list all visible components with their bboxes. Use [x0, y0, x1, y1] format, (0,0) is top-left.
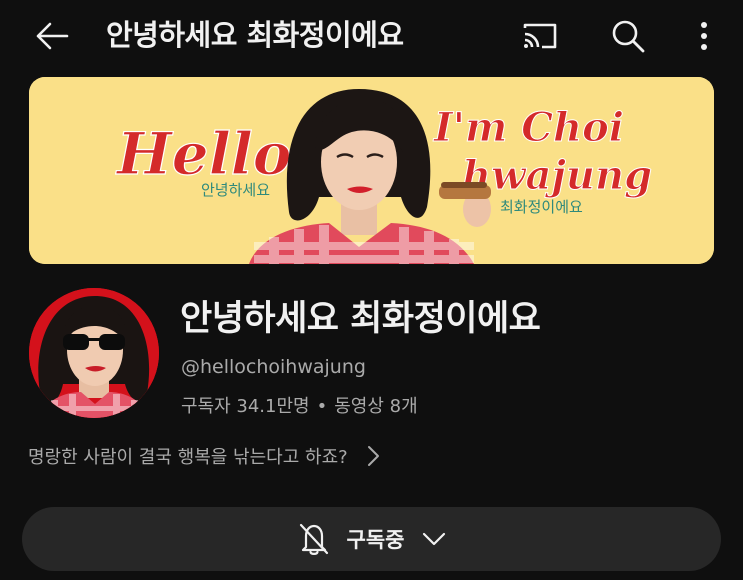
channel-banner: Hello I'm Choi hwajung 안녕하세요 최화정이에요	[29, 77, 714, 264]
subscribed-button[interactable]: 구독중	[22, 507, 721, 571]
banner-hello-text: Hello	[115, 120, 291, 188]
chevron-right-icon	[366, 445, 380, 467]
top-app-bar: 안녕하세요 최화정이에요	[0, 0, 743, 72]
arrow-left-icon	[36, 22, 69, 50]
cast-icon	[523, 23, 557, 49]
page-title: 안녕하세요 최화정이에요	[106, 18, 404, 52]
channel-description-link[interactable]: 명랑한 사람이 결국 행복을 낚는다고 하죠?	[28, 440, 380, 472]
bell-off-icon	[297, 521, 331, 557]
banner-name-kr: 최화정이에요	[500, 198, 583, 216]
subscribed-label: 구독중	[346, 528, 405, 552]
channel-stats: 구독자 34.1만명 • 동영상 8개	[181, 392, 418, 418]
video-count: 동영상 8개	[334, 396, 418, 417]
channel-description: 명랑한 사람이 결국 행복을 낚는다고 하죠?	[28, 447, 348, 468]
channel-avatar[interactable]	[29, 288, 159, 418]
banner-greeting-kr: 안녕하세요	[201, 181, 270, 199]
chevron-down-icon	[422, 532, 446, 546]
more-options-button[interactable]	[684, 14, 724, 58]
search-icon	[612, 20, 645, 53]
more-vertical-icon	[701, 22, 707, 50]
banner-im-choi-text: I'm Choi	[433, 104, 624, 151]
stats-separator: •	[316, 396, 328, 417]
back-button[interactable]	[28, 14, 76, 58]
search-button[interactable]	[604, 14, 652, 58]
channel-name: 안녕하세요 최화정이에요	[180, 299, 541, 339]
channel-handle: @hellochoihwajung	[181, 356, 366, 378]
subscriber-count: 구독자 34.1만명	[181, 396, 310, 417]
cast-button[interactable]	[514, 14, 566, 58]
